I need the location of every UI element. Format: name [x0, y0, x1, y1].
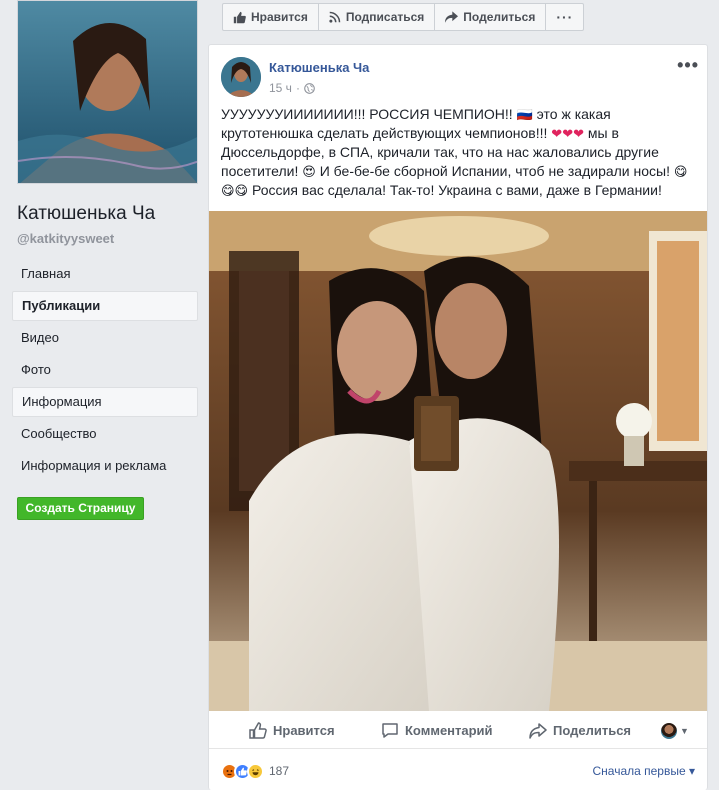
avatar-image [221, 57, 261, 97]
nav-item-photos[interactable]: Фото [12, 355, 198, 385]
post-text: УУУУУУУИИИИИИИ!!! РОССИЯ ЧЕМПИОН!! 🇷🇺 эт… [221, 105, 697, 200]
nav-item-videos[interactable]: Видео [12, 323, 198, 353]
nav-item-about[interactable]: Информация [12, 387, 198, 417]
more-options-button[interactable]: ··· [546, 4, 583, 30]
reaction-count: 187 [269, 764, 290, 778]
page-name[interactable]: Катюшенька Ча [17, 203, 155, 225]
comment-icon [382, 723, 398, 738]
yum-emoji: 😋 [673, 164, 688, 179]
share-page-label: Поделиться [463, 10, 536, 24]
haha-reaction-icon [247, 762, 264, 780]
rss-icon [329, 11, 341, 23]
like-post-button[interactable]: Нравится [249, 722, 335, 739]
yum-emoji-pair: 😋😋 [221, 183, 249, 198]
post-text-part-4: И бе-бе-бе сборной Испании, чтоб не зади… [315, 163, 674, 179]
reaction-summary[interactable]: 187 [221, 762, 290, 780]
post-options-button[interactable]: ••• [677, 55, 699, 76]
nav-item-community[interactable]: Сообщество [12, 419, 198, 449]
post-author-avatar[interactable] [221, 57, 261, 97]
profile-photo-image [18, 1, 197, 183]
chevron-down-icon: ▼ [680, 725, 689, 736]
russia-flag-emoji: 🇷🇺 [516, 107, 533, 122]
reactions-row: 187 Сначала первые ▾ [209, 751, 707, 790]
create-page-button[interactable]: Создать Страницу [17, 497, 144, 520]
share-icon [529, 722, 547, 739]
post-timestamp[interactable]: 15 ч [269, 81, 292, 95]
comment-label: Комментарий [405, 723, 493, 738]
share-page-button[interactable]: Поделиться [435, 4, 547, 30]
page-nav: Главная Публикации Видео Фото Информация… [12, 259, 198, 483]
react-as-selector[interactable]: ▼ [661, 722, 689, 739]
like-page-button[interactable]: Нравится [223, 4, 319, 30]
profile-picture[interactable] [17, 0, 198, 184]
comment-sort-dropdown[interactable]: Сначала первые ▾ [592, 764, 695, 778]
page-handle[interactable]: @katkityysweet [17, 231, 114, 246]
post-actions-bar: Нравится Комментарий Поделиться ▼ [209, 713, 707, 749]
post-text-part-1: УУУУУУУИИИИИИИ!!! РОССИЯ ЧЕМПИОН!! [221, 106, 517, 122]
post-text-part-5: Россия вас сделала! Так-то! Украина с ва… [248, 182, 662, 198]
subscribe-button[interactable]: Подписаться [319, 4, 436, 30]
share-post-label: Поделиться [553, 723, 632, 738]
nav-item-posts[interactable]: Публикации [12, 291, 198, 321]
post-photo[interactable] [209, 211, 707, 711]
comment-button[interactable]: Комментарий [381, 722, 493, 739]
nav-item-home[interactable]: Главная [12, 259, 198, 289]
hearts-emoji: ❤❤❤ [551, 126, 584, 141]
post-card: Катюшенька Ча 15 ч · ••• УУУУУУУИИИИИИИ!… [208, 44, 708, 790]
post-photo-image [209, 211, 707, 711]
page-action-bar: Нравится Подписаться Поделиться ··· [222, 3, 585, 31]
nav-item-info-and-ads[interactable]: Информация и реклама [12, 451, 198, 481]
thumbs-up-icon [233, 11, 246, 23]
share-post-button[interactable]: Поделиться [529, 722, 632, 739]
meta-separator: · [295, 81, 300, 95]
post-meta: 15 ч · [269, 81, 315, 95]
like-post-label: Нравится [273, 723, 335, 738]
subscribe-label: Подписаться [345, 10, 425, 24]
heart-eyes-emoji: 😍 [302, 164, 316, 179]
like-page-label: Нравится [251, 10, 308, 24]
left-column: Катюшенька Ча @katkityysweet Главная Пуб… [0, 0, 207, 790]
post-author-name[interactable]: Катюшенька Ча [269, 60, 369, 75]
react-as-avatar [661, 722, 677, 739]
share-arrow-icon [445, 11, 459, 23]
more-dots-icon: ··· [556, 9, 574, 25]
globe-icon[interactable] [304, 82, 315, 94]
thumbs-up-outline-icon [249, 722, 267, 739]
